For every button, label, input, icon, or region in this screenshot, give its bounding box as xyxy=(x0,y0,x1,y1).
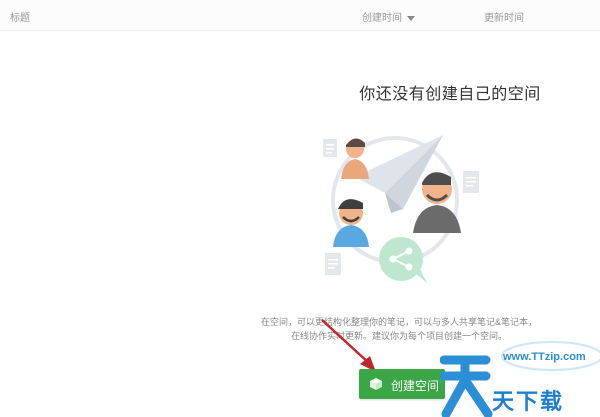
space-cube-icon xyxy=(370,378,382,390)
space-list-page: 标题 创建时间 更新时间 你还没有创建自己的空间 在空间，可以更结构化整理你的笔… xyxy=(0,0,600,417)
document-icon xyxy=(323,139,337,157)
document-icon xyxy=(463,171,479,193)
empty-state-heading: 你还没有创建自己的空间 xyxy=(359,86,541,103)
caret-down-icon xyxy=(407,15,415,21)
create-space-button[interactable]: 创建空间 xyxy=(359,369,445,399)
updated-time-column-header[interactable]: 更新时间 xyxy=(484,9,524,24)
title-column-header: 标题 xyxy=(10,13,30,24)
share-icon xyxy=(379,237,427,283)
person-avatar-top xyxy=(341,138,369,179)
create-space-label: 创建空间 xyxy=(391,379,440,393)
watermark-text: 天下载 xyxy=(492,389,565,414)
watermark-url: www.TTzip.com xyxy=(503,351,586,363)
description-line: 在空间，可以更结构化整理你的笔记，可以与多人共享笔记&笔记本， xyxy=(260,317,537,327)
created-time-column-header[interactable]: 创建时间 xyxy=(362,9,415,24)
list-header: 标题 创建时间 更新时间 xyxy=(0,0,600,31)
document-icon xyxy=(325,253,341,275)
collaboration-illustration xyxy=(323,135,479,283)
created-time-label: 创建时间 xyxy=(362,13,402,24)
annotation-arrow xyxy=(321,319,376,372)
